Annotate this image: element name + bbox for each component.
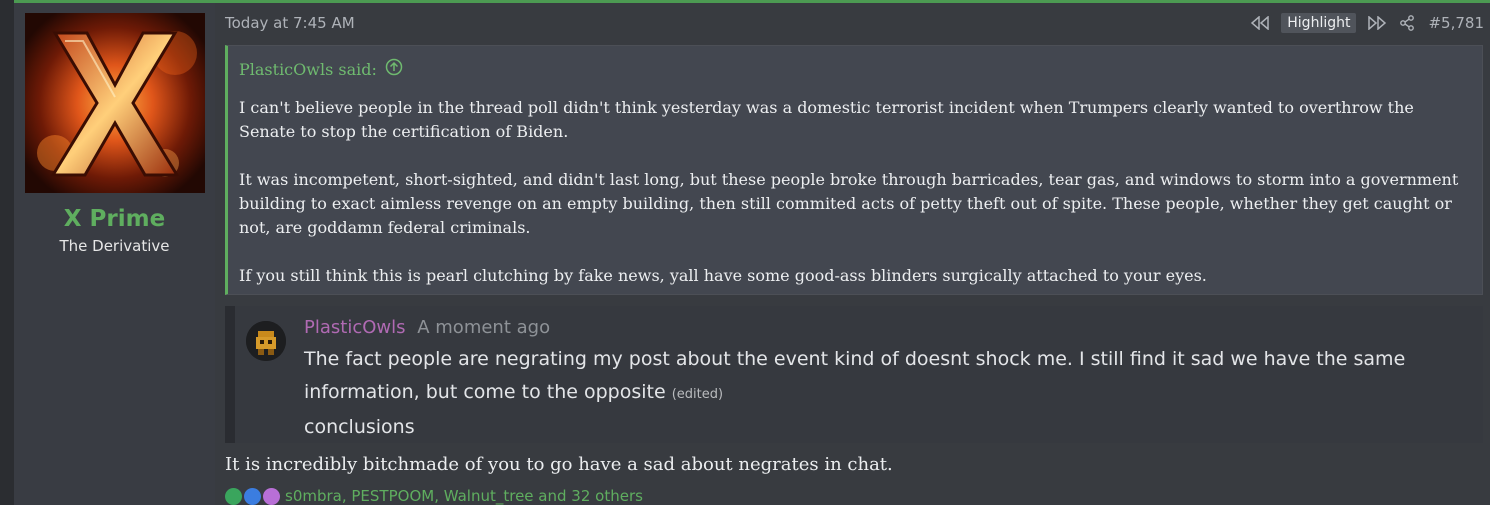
quote-paragraph: If you still think this is pearl clutchi… <box>239 266 1207 285</box>
username[interactable]: X Prime <box>14 206 215 232</box>
quote-paragraph: It was incompetent, short-sighted, and d… <box>239 170 1459 237</box>
embed-side-bar <box>225 306 235 443</box>
chat-user-avatar <box>246 321 286 361</box>
post-number-link[interactable]: #5,781 <box>1428 14 1484 32</box>
fast-forward-icon[interactable] <box>1368 14 1387 32</box>
post-timestamp[interactable]: Today at 7:45 AM <box>225 14 355 32</box>
chat-message-line: The fact people are negrating my post ab… <box>304 348 1406 370</box>
like-reaction-icon[interactable] <box>244 487 261 505</box>
quote-header[interactable]: PlasticOwls said: <box>239 58 403 80</box>
edited-tag: (edited) <box>671 387 724 402</box>
chat-timestamp: A moment ago <box>417 317 551 338</box>
quote-block: PlasticOwls said: I can't believe people… <box>225 45 1483 295</box>
chat-message: The fact people are negrating my post ab… <box>304 343 1464 444</box>
left-gutter <box>0 0 14 505</box>
forum-post: X Prime The Derivative Today at 7:45 AM … <box>0 0 1490 505</box>
chat-message-line: conclusions <box>304 416 415 438</box>
rewind-icon[interactable] <box>1251 14 1270 32</box>
chat-author-name: PlasticOwls <box>304 317 406 338</box>
post-main: Today at 7:45 AM Highlight #5,781 Plasti… <box>215 3 1490 505</box>
chat-message-text: information, but come to the opposite <box>304 381 666 403</box>
quote-body: I can't believe people in the thread pol… <box>239 96 1469 312</box>
user-column: X Prime The Derivative <box>14 3 216 505</box>
reactions-list[interactable]: s0mbra, PESTPOOM, Walnut_tree and 32 oth… <box>285 487 643 505</box>
post-reply-text: It is incredibly bitchmade of you to go … <box>225 454 893 475</box>
embedded-chat-screenshot: PlasticOwls A moment ago The fact people… <box>225 306 1483 443</box>
post-actions: Highlight #5,781 <box>1251 13 1484 33</box>
jump-to-quote-icon[interactable] <box>385 58 403 80</box>
chat-message-line: information, but come to the opposite (e… <box>304 376 1464 411</box>
quote-paragraph: I can't believe people in the thread pol… <box>239 98 1414 141</box>
custom-reaction-icon[interactable] <box>263 487 280 505</box>
agree-reaction-icon[interactable] <box>225 487 242 505</box>
highlight-button[interactable]: Highlight <box>1281 13 1357 33</box>
reactions-bar[interactable]: s0mbra, PESTPOOM, Walnut_tree and 32 oth… <box>225 487 643 505</box>
user-title: The Derivative <box>59 237 170 255</box>
chat-author-line: PlasticOwls A moment ago <box>304 317 550 338</box>
fire-x-avatar-image <box>25 13 205 193</box>
share-icon[interactable] <box>1398 14 1416 32</box>
quote-author-said[interactable]: PlasticOwls said: <box>239 60 377 79</box>
user-avatar[interactable] <box>25 13 205 193</box>
